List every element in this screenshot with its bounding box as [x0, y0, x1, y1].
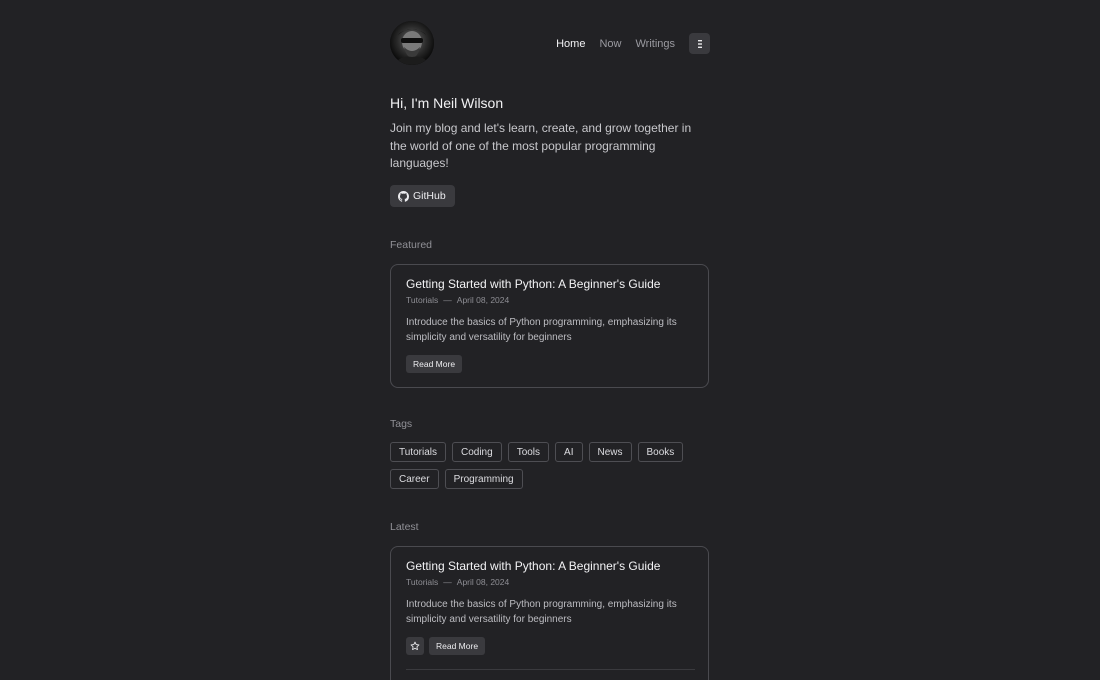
- post-date: April 08, 2024: [456, 577, 510, 587]
- post-date: April 08, 2024: [456, 295, 510, 305]
- post-title[interactable]: Getting Started with Python: A Beginner'…: [406, 277, 660, 291]
- post-description: Introduce the basics of Python programmi…: [406, 317, 677, 343]
- intro-text: Join my blog and let's learn, create, an…: [390, 121, 692, 170]
- tag-career[interactable]: Career: [390, 469, 439, 489]
- tag-books[interactable]: Books: [637, 442, 684, 462]
- avatar-photo-icon: [390, 21, 434, 65]
- main-nav: Home Now Writings: [556, 33, 710, 54]
- nav-now[interactable]: Now: [599, 34, 621, 54]
- tag-list: Tutorials Coding Tools AI News Books Car…: [390, 442, 710, 496]
- star-icon: [410, 641, 420, 650]
- tag-tools[interactable]: Tools: [507, 442, 550, 462]
- menu-dots-icon: [697, 39, 702, 48]
- post-description: Introduce the basics of Python programmi…: [406, 599, 677, 625]
- post-meta: Tutorials — April 08, 2024: [406, 295, 509, 305]
- meta-separator: —: [443, 577, 452, 587]
- github-button[interactable]: GitHub: [390, 185, 455, 207]
- featured-label: Featured: [390, 239, 433, 251]
- tag-tutorials[interactable]: Tutorials: [390, 442, 446, 462]
- meta-separator: —: [443, 295, 452, 305]
- featured-post-card[interactable]: Getting Started with Python: A Beginner'…: [390, 264, 709, 388]
- post-actions: Read More: [406, 355, 463, 373]
- nav-writings[interactable]: Writings: [635, 34, 675, 54]
- github-icon: [398, 190, 409, 202]
- post-meta: Tutorials — April 08, 2024: [406, 577, 509, 587]
- tag-programming[interactable]: Programming: [444, 469, 523, 489]
- tag-ai[interactable]: AI: [555, 442, 583, 462]
- read-more-button[interactable]: Read More: [429, 637, 486, 655]
- latest-post-card[interactable]: Getting Started with Python: A Beginner'…: [390, 546, 709, 680]
- star-button[interactable]: [406, 637, 424, 655]
- post-category[interactable]: Tutorials: [406, 577, 438, 587]
- tags-label: Tags: [390, 418, 413, 430]
- card-divider: [406, 669, 695, 670]
- post-actions: Read More: [406, 637, 486, 655]
- post-category[interactable]: Tutorials: [406, 295, 438, 305]
- avatar[interactable]: [390, 21, 434, 65]
- read-more-button[interactable]: Read More: [406, 355, 463, 373]
- intro-title: Hi, I'm Neil Wilson: [390, 95, 504, 111]
- latest-label: Latest: [390, 521, 419, 533]
- site-header: Home Now Writings: [390, 21, 710, 66]
- tag-coding[interactable]: Coding: [451, 442, 502, 462]
- menu-button[interactable]: [689, 33, 710, 54]
- github-label: GitHub: [413, 190, 446, 202]
- tag-news[interactable]: News: [588, 442, 632, 462]
- page: Home Now Writings Hi, I'm Neil Wilson Jo…: [0, 0, 1100, 680]
- post-title[interactable]: Getting Started with Python: A Beginner'…: [406, 559, 660, 573]
- nav-home[interactable]: Home: [556, 34, 585, 54]
